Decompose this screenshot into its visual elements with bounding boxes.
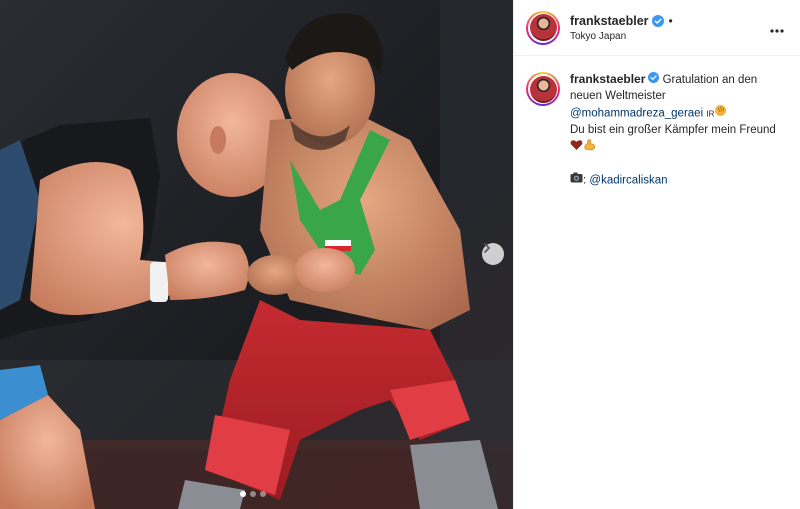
caption-comment: frankstaebler Gratulation an den neuen W… bbox=[514, 56, 800, 188]
verified-badge-icon bbox=[648, 72, 660, 83]
avatar-image bbox=[529, 14, 557, 41]
post-location[interactable]: Tokyo Japan bbox=[570, 31, 673, 42]
wrestling-photo bbox=[0, 0, 513, 509]
heart-icon bbox=[570, 139, 583, 157]
post-username[interactable]: frankstaebler bbox=[570, 14, 649, 28]
caption-text: frankstaebler Gratulation an den neuen W… bbox=[570, 72, 788, 188]
carousel-dot bbox=[260, 491, 266, 497]
carousel-indicator bbox=[240, 491, 266, 497]
avatar[interactable] bbox=[526, 72, 560, 106]
flag-text: IR bbox=[706, 109, 715, 119]
caption-username[interactable]: frankstaebler bbox=[570, 72, 645, 86]
post-header: frankstaebler • Tokyo Japan bbox=[514, 0, 800, 56]
mention-link[interactable]: @mohammadreza_geraei bbox=[570, 107, 703, 119]
separator-dot: • bbox=[668, 13, 673, 28]
caption-line-2: Du bist ein großer Kämpfer mein Freund bbox=[570, 123, 776, 136]
avatar-image bbox=[529, 75, 557, 103]
photo-credit: : @kadircaliskan bbox=[570, 172, 788, 189]
post-photo[interactable] bbox=[0, 0, 513, 509]
flexed-biceps-icon bbox=[583, 138, 596, 157]
clapping-hands-icon bbox=[714, 104, 727, 123]
credit-prefix: : bbox=[583, 173, 587, 186]
carousel-dot bbox=[240, 491, 246, 497]
avatar[interactable] bbox=[526, 10, 560, 45]
credit-mention-link[interactable]: @kadircaliskan bbox=[589, 174, 667, 186]
post-side-panel: frankstaebler • Tokyo Japan frankstaeble… bbox=[513, 0, 800, 509]
more-options-icon[interactable] bbox=[770, 20, 784, 38]
carousel-dot bbox=[250, 491, 256, 497]
camera-icon bbox=[570, 172, 583, 189]
verified-badge-icon bbox=[651, 14, 664, 27]
next-image-button[interactable] bbox=[482, 243, 504, 265]
